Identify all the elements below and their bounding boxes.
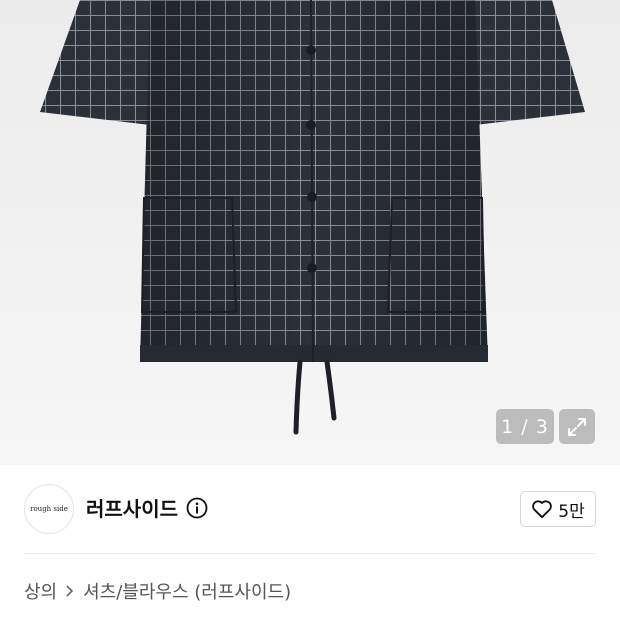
- breadcrumb: 상의 셔츠/블라우스 (러프사이드): [24, 578, 291, 604]
- product-image-gallery[interactable]: 1 / 3: [0, 0, 620, 465]
- divider: [24, 553, 596, 554]
- shop-logo-text: rough side: [30, 505, 68, 513]
- breadcrumb-item-top[interactable]: 상의: [24, 578, 57, 604]
- like-count: 5만: [558, 501, 585, 522]
- info-icon[interactable]: [186, 497, 208, 519]
- breadcrumb-item-shirts[interactable]: 셔츠/블라우스 (러프사이드): [83, 578, 291, 604]
- shop-logo[interactable]: rough side: [24, 484, 74, 534]
- like-button[interactable]: 5만: [520, 491, 596, 527]
- shop-row: rough side 러프사이드 5만: [0, 465, 620, 553]
- product-image[interactable]: [0, 0, 620, 465]
- heart-outline-icon: [532, 500, 553, 519]
- expand-button[interactable]: [559, 409, 595, 444]
- expand-icon: [568, 417, 586, 436]
- chevron-right-icon: [65, 584, 75, 598]
- shop-name[interactable]: 러프사이드: [86, 493, 178, 522]
- image-counter: 1 / 3: [496, 409, 554, 444]
